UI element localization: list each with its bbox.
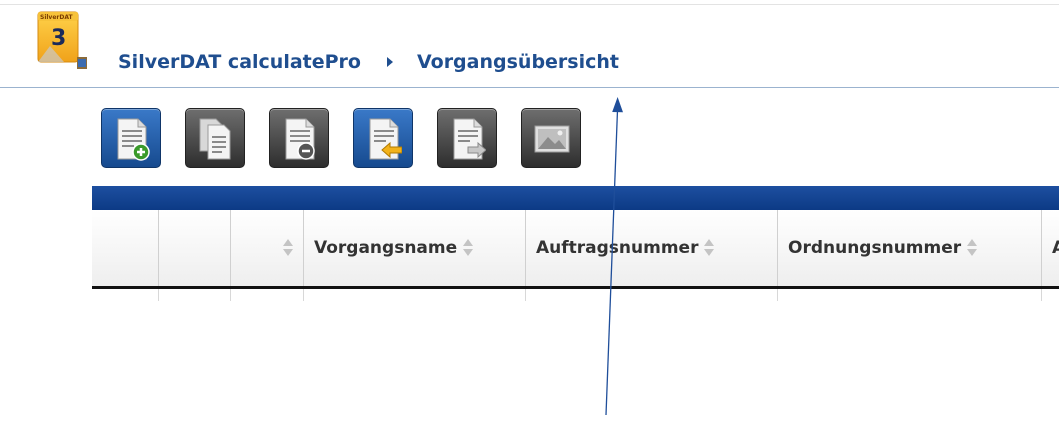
grid-body-cell <box>92 289 159 301</box>
grid-body-cell <box>231 289 304 301</box>
add-record-button[interactable] <box>101 108 161 168</box>
grid-body-cell <box>159 289 231 301</box>
grid-header-cell-sort[interactable] <box>231 210 304 286</box>
breadcrumb-item-current: Vorgangsübersicht <box>416 51 619 73</box>
export-record-button[interactable] <box>437 108 497 168</box>
sort-icon <box>283 238 293 258</box>
grid-header-row: Vorgangsname Auftragsnummer Ordnungsnumm… <box>92 210 1059 289</box>
document-export-icon <box>453 118 486 160</box>
grid-body-cell <box>304 289 526 301</box>
grid-header-auftragsnummer[interactable]: Auftragsnummer <box>526 210 778 286</box>
grid-body-cell <box>526 289 778 301</box>
breadcrumb-item-home[interactable]: SilverDAT calculatePro <box>118 51 361 73</box>
import-record-button[interactable] <box>353 108 413 168</box>
grid-title-bar <box>92 186 1059 210</box>
grid-header-cell-status[interactable] <box>159 210 231 286</box>
document-import-icon <box>369 118 402 160</box>
svg-text:SilverDAT: SilverDAT <box>40 14 74 21</box>
grid-body <box>92 289 1059 301</box>
copy-record-button[interactable] <box>185 108 245 168</box>
grid-header-ordnungsnummer[interactable]: Ordnungsnummer <box>778 210 1042 286</box>
grid-header-label: Vorgangsname <box>314 238 458 258</box>
image-icon <box>534 125 570 153</box>
grid-header-label: A <box>1052 238 1059 258</box>
svg-text:3: 3 <box>51 26 66 51</box>
header-divider <box>0 87 1059 88</box>
image-button[interactable] <box>521 108 581 168</box>
grid-header-label: Ordnungsnummer <box>788 238 962 258</box>
top-divider <box>0 4 1059 5</box>
document-copy-icon <box>199 118 231 160</box>
breadcrumb-separator-icon <box>386 57 393 67</box>
grid-header-label: Auftragsnummer <box>536 238 699 258</box>
silverdat-logo: SilverDAT 3 <box>37 10 89 70</box>
document-add-icon <box>117 118 150 161</box>
sort-icon <box>704 238 715 258</box>
grid-header-vorgangsname[interactable]: Vorgangsname <box>304 210 526 286</box>
document-remove-icon <box>285 118 315 160</box>
sort-icon <box>463 238 474 258</box>
sort-icon <box>967 238 978 258</box>
delete-record-button[interactable] <box>269 108 329 168</box>
grid-body-cell <box>778 289 1042 301</box>
grid-header-cell-select[interactable] <box>92 210 159 286</box>
breadcrumb: SilverDAT calculatePro Vorgangsübersicht <box>118 48 619 76</box>
toolbar <box>101 108 605 168</box>
grid-header-truncated[interactable]: A <box>1042 210 1059 286</box>
